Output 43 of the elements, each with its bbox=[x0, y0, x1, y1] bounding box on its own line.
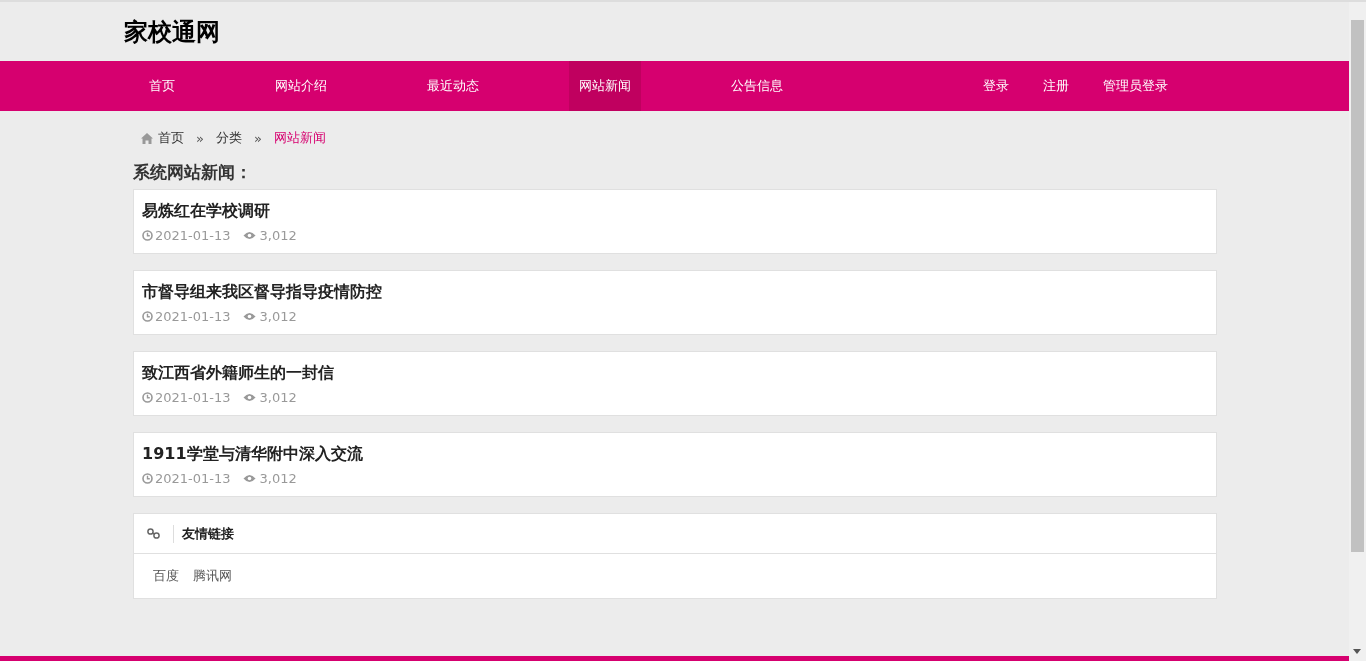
scroll-down-icon[interactable] bbox=[1353, 649, 1361, 654]
news-title[interactable]: 1911学堂与清华附中深入交流 bbox=[142, 443, 363, 465]
news-title[interactable]: 致江西省外籍师生的一封信 bbox=[142, 362, 334, 384]
breadcrumb-link[interactable]: 网站新闻 bbox=[273, 129, 326, 147]
link-icon bbox=[147, 528, 160, 539]
breadcrumb-link[interactable]: 分类 bbox=[215, 129, 242, 147]
news-date: 2021-01-13 bbox=[155, 227, 231, 243]
nav-link[interactable]: 网站新闻 bbox=[569, 61, 641, 111]
clock-icon bbox=[142, 391, 153, 403]
nav-link[interactable]: 最近动态 bbox=[417, 61, 489, 111]
home-icon bbox=[141, 132, 153, 144]
view-count: 3,012 bbox=[259, 227, 297, 243]
nav-link[interactable]: 网站介绍 bbox=[265, 61, 337, 111]
friend-link[interactable]: 腾讯网 bbox=[193, 567, 232, 585]
view-count: 3,012 bbox=[259, 470, 297, 486]
clock-icon bbox=[142, 229, 153, 241]
news-date: 2021-01-13 bbox=[155, 389, 231, 405]
news-title[interactable]: 市督导组来我区督导指导疫情防控 bbox=[142, 281, 382, 303]
account-link[interactable]: 管理员登录 bbox=[1093, 61, 1178, 111]
account-link[interactable]: 注册 bbox=[1033, 61, 1079, 111]
scrollbar-thumb[interactable] bbox=[1351, 20, 1364, 552]
section-title: 系统网站新闻： bbox=[133, 161, 253, 184]
view-count: 3,012 bbox=[259, 389, 297, 405]
breadcrumb-separator: » bbox=[253, 130, 262, 146]
account-link[interactable]: 登录 bbox=[973, 61, 1019, 111]
clock-icon bbox=[142, 310, 153, 322]
view-count: 3,012 bbox=[259, 308, 297, 324]
eye-icon bbox=[242, 311, 256, 321]
nav-link[interactable]: 首页 bbox=[139, 61, 185, 111]
clock-icon bbox=[142, 472, 153, 484]
scrollbar[interactable] bbox=[1349, 2, 1366, 661]
breadcrumb-separator: » bbox=[196, 130, 204, 146]
news-title[interactable]: 易炼红在学校调研 bbox=[142, 200, 270, 222]
eye-icon bbox=[242, 230, 256, 240]
news-date: 2021-01-13 bbox=[155, 308, 231, 324]
friend-link[interactable]: 百度 bbox=[153, 567, 179, 585]
news-date: 2021-01-13 bbox=[155, 470, 231, 486]
panel-title: 友情链接 bbox=[173, 524, 234, 543]
eye-icon bbox=[242, 473, 256, 483]
nav-link[interactable]: 公告信息 bbox=[721, 61, 793, 111]
breadcrumb-link[interactable]: 首页 bbox=[158, 129, 184, 147]
site-title: 家校通网 bbox=[124, 16, 220, 48]
eye-icon bbox=[242, 392, 256, 402]
